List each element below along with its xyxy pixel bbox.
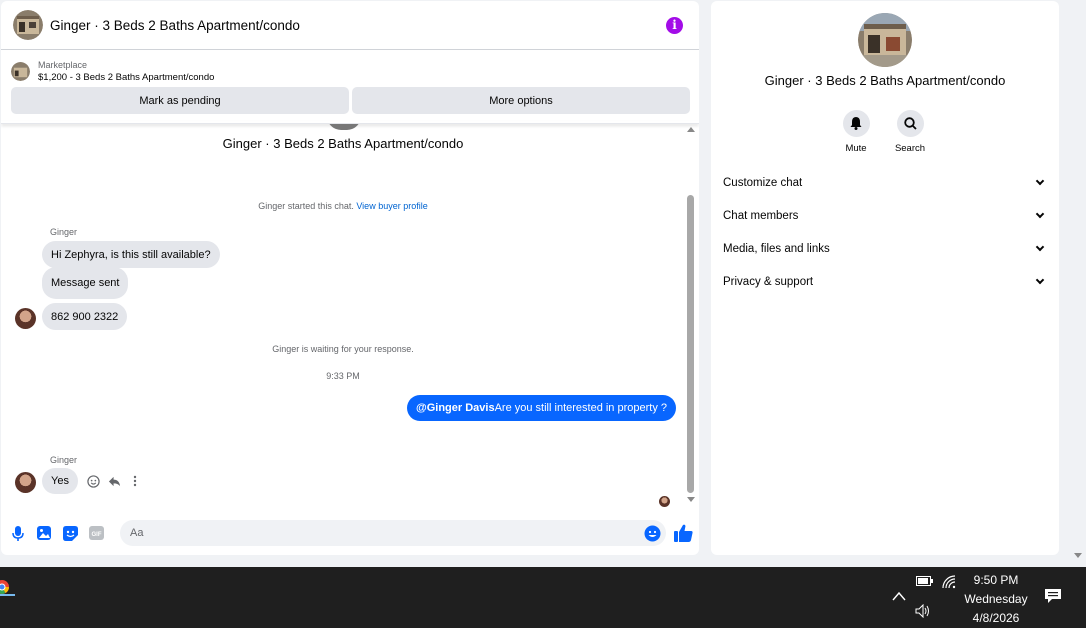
clock-time: 9:50 PM <box>973 573 1019 587</box>
info-icon[interactable]: i <box>666 16 683 34</box>
sender-name: Ginger <box>50 455 78 465</box>
section-media-files-links[interactable]: Media, files and links <box>723 239 1047 259</box>
mute-label: Mute <box>845 143 867 154</box>
photo-icon[interactable] <box>35 524 53 542</box>
section-customize-chat[interactable]: Customize chat <box>723 173 1047 193</box>
system-clock[interactable]: 9:50 PM Wednesday 4/8/2026 <box>958 571 1034 628</box>
waiting-notice: Ginger is waiting for your response. <box>272 344 414 354</box>
message-scrollbar[interactable] <box>686 125 695 511</box>
chat-header: Ginger · 3 Beds 2 Baths Apartment/condo … <box>1 1 699 50</box>
chat-started-notice: Ginger started this chat. View buyer pro… <box>1 201 685 211</box>
mark-as-pending-button[interactable]: Mark as pending <box>11 87 349 114</box>
thumbs-up-icon[interactable] <box>674 524 693 542</box>
sender-avatar[interactable] <box>15 472 36 493</box>
page-scroll-down-arrow[interactable] <box>1074 553 1082 558</box>
search-button[interactable]: Search <box>890 110 930 154</box>
message-list: Ginger · 3 Beds 2 Baths Apartment/condo … <box>1 124 685 512</box>
mention[interactable]: @Ginger Davis <box>416 402 495 414</box>
emoji-icon[interactable] <box>644 525 661 542</box>
scroll-down-arrow[interactable] <box>687 497 695 502</box>
sender-name: Ginger <box>50 227 78 237</box>
sender-avatar[interactable] <box>15 308 36 329</box>
gif-icon[interactable]: GIF <box>87 524 105 542</box>
search-label: Search <box>894 143 926 154</box>
listing-avatar-large[interactable] <box>858 13 912 67</box>
chat-details-panel: Ginger · 3 Beds 2 Baths Apartment/condo … <box>711 1 1059 555</box>
listing-price-title: $1,200 - 3 Beds 2 Baths Apartment/condo <box>38 71 215 83</box>
outgoing-message-bubble[interactable]: @Ginger Davis Are you still interested in… <box>407 395 677 421</box>
microphone-icon[interactable] <box>9 524 27 542</box>
message-bubble[interactable]: Message sent <box>42 267 129 299</box>
message-input[interactable]: Aa <box>120 520 666 546</box>
active-app-indicator <box>0 594 15 596</box>
speaker-icon[interactable] <box>915 604 932 618</box>
section-label: Privacy & support <box>723 276 814 288</box>
chat-started-text: Ginger started this chat. <box>258 201 354 211</box>
message-bubble[interactable]: 862 900 2322 <box>42 303 128 330</box>
scroll-up-arrow[interactable] <box>687 127 695 132</box>
view-buyer-profile-link[interactable]: View buyer profile <box>356 201 427 211</box>
section-label: Media, files and links <box>723 243 830 255</box>
svg-text:GIF: GIF <box>91 532 101 538</box>
timestamp: 9:33 PM <box>326 371 360 381</box>
battery-icon[interactable] <box>916 576 933 586</box>
mute-button[interactable]: Mute <box>836 110 876 154</box>
wifi-icon[interactable] <box>942 575 956 589</box>
more-actions-icon[interactable] <box>128 474 142 488</box>
section-chat-members[interactable]: Chat members <box>723 206 1047 226</box>
message-bubble[interactable]: Yes <box>42 468 78 494</box>
more-options-button[interactable]: More options <box>352 87 690 114</box>
seen-indicator-avatar <box>659 496 670 507</box>
chevron-up-icon[interactable] <box>892 591 906 601</box>
section-label: Chat members <box>723 210 799 222</box>
conversation-avatar <box>327 124 361 130</box>
conversation-title: Ginger · 3 Beds 2 Baths Apartment/condo <box>222 136 464 151</box>
details-title: Ginger · 3 Beds 2 Baths Apartment/condo <box>764 73 1006 88</box>
chevron-down-icon <box>1035 275 1045 285</box>
outgoing-text: Are you still interested in property ? <box>494 402 668 414</box>
scroll-thumb[interactable] <box>687 195 694 493</box>
chat-title[interactable]: Ginger · 3 Beds 2 Baths Apartment/condo <box>50 18 666 33</box>
notification-icon[interactable] <box>1044 588 1062 604</box>
chevron-down-icon <box>1035 209 1045 219</box>
message-composer: GIF Aa <box>1 516 699 550</box>
listing-thumbnail <box>11 61 30 81</box>
section-privacy-support[interactable]: Privacy & support <box>723 272 1047 292</box>
chat-panel: Ginger · 3 Beds 2 Baths Apartment/condo … <box>1 1 699 555</box>
chevron-down-icon <box>1035 176 1045 186</box>
sticker-icon[interactable] <box>61 524 79 542</box>
taskbar: 9:50 PM Wednesday 4/8/2026 <box>0 567 1086 628</box>
chevron-down-icon <box>1035 242 1045 252</box>
section-label: Customize chat <box>723 177 803 189</box>
reply-icon[interactable] <box>107 474 121 488</box>
react-icon[interactable] <box>86 474 100 488</box>
search-icon <box>896 110 924 137</box>
clock-day: Wednesday <box>964 592 1028 606</box>
marketplace-label: Marketplace <box>38 59 88 70</box>
clock-date: 4/8/2026 <box>972 611 1020 625</box>
message-bubble[interactable]: Hi Zephyra, is this still available? <box>42 241 220 268</box>
marketplace-listing[interactable]: Marketplace $1,200 - 3 Beds 2 Baths Apar… <box>1 50 699 84</box>
listing-avatar[interactable] <box>13 10 43 40</box>
bell-icon <box>842 110 870 137</box>
